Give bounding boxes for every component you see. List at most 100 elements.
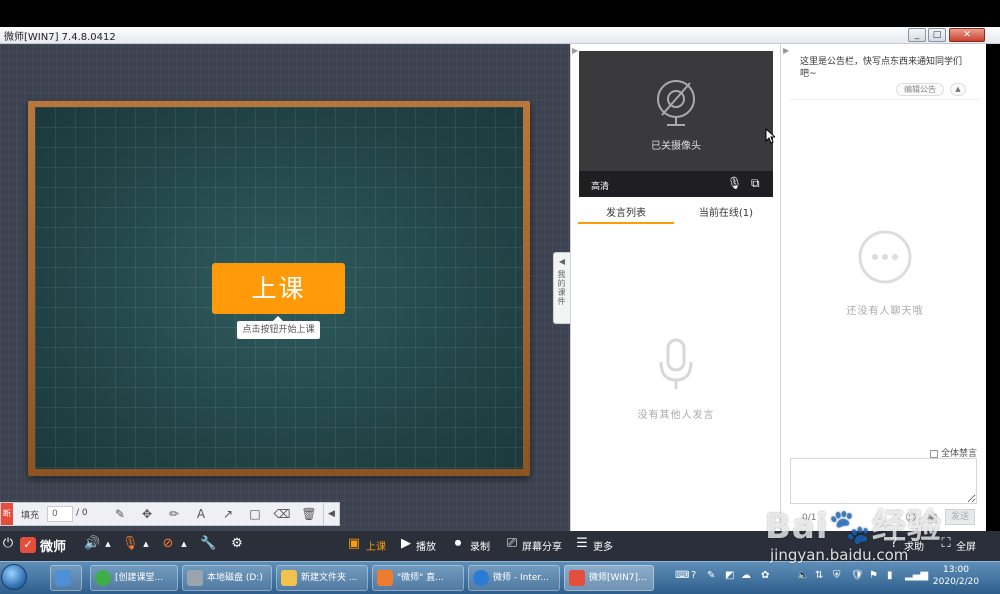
pen-icon[interactable]: ✎ [111, 506, 129, 522]
network-tray-icon[interactable]: ⇅ [815, 570, 823, 581]
more-button[interactable]: 更多 [593, 538, 613, 553]
start-orb-icon[interactable] [1, 564, 27, 590]
keyboard-icon[interactable]: ⌨ [675, 570, 689, 581]
eraser-icon[interactable]: ⌫ [273, 506, 291, 522]
task-local-disk[interactable]: 本地磁盘 (D:) [182, 565, 272, 591]
tab-online-now[interactable]: 当前在线(1) [678, 204, 774, 219]
camera-off-icon [657, 80, 695, 126]
app-brand: 微师 [40, 540, 67, 555]
tray-cloud-icon[interactable]: ☁ [741, 570, 751, 581]
fullscreen-button[interactable]: 全屏 [956, 538, 976, 553]
mouse-cursor-icon [765, 128, 775, 144]
chat-input[interactable] [790, 458, 977, 504]
microphone-icon [659, 338, 693, 389]
class-button[interactable]: 上课 [366, 538, 386, 553]
play-icon[interactable]: ▶ [398, 536, 414, 552]
task-weishi-app[interactable]: 微师[WIN7]... [564, 565, 654, 591]
help-button[interactable]: 求助 [904, 538, 924, 553]
text-icon[interactable]: A [192, 506, 210, 522]
chat-bubble-icon [858, 230, 912, 284]
toolbar-collapse-button[interactable]: ◀ [323, 503, 339, 525]
trash-icon[interactable]: 🗑 [300, 506, 318, 522]
play-button[interactable]: 播放 [416, 538, 436, 553]
disconnect-tag[interactable]: 断 [1, 503, 13, 525]
clock-date: 2020/2/20 [932, 577, 980, 587]
speaker-empty-state: 没有其他人发言 [578, 338, 774, 421]
camera-menu-icon[interactable]: ▲ [176, 536, 192, 552]
camera-status: 已关摄像头 [651, 141, 701, 152]
start-class-button[interactable]: 上课 [212, 263, 345, 314]
screen-share-button[interactable]: 屏幕分享 [522, 538, 562, 553]
fullscreen-icon[interactable]: ⛶ [938, 536, 954, 552]
flag-tray-icon[interactable]: ⚑ [869, 570, 878, 581]
fill-label: 填充 [21, 511, 40, 521]
maximize-button[interactable]: □ [928, 28, 946, 42]
power-icon[interactable]: ⏻ [0, 536, 16, 552]
ime-icon[interactable]: ✎ [707, 570, 715, 581]
task-weishi-ppt[interactable]: "微师" 直... [372, 565, 464, 591]
task-new-folder[interactable]: 新建文件夹 ... [276, 565, 368, 591]
app-logo-icon: ✓ [20, 537, 36, 553]
minimize-button[interactable]: _ [908, 28, 926, 42]
window-titlebar: 微师[WIN7] 7.4.8.0412 _ □ ✕ [0, 27, 1000, 44]
pencil-icon[interactable]: ✏ [165, 506, 183, 522]
my-courseware-tab[interactable]: ◀ 我的课件 [553, 252, 570, 324]
windows-taskbar: [创建课堂... 本地磁盘 (D:) 新建文件夹 ... "微师" 直... 微… [0, 561, 1000, 594]
start-class-tooltip: 点击按钮开始上课 [237, 316, 320, 339]
chat-char-counter: 0/1 [802, 513, 817, 523]
tab-speaker-list[interactable]: 发言列表 [578, 204, 674, 224]
speaker-menu-icon[interactable]: ▲ [100, 536, 116, 552]
speaker-empty-text: 没有其他人发言 [637, 410, 715, 421]
speaker-icon[interactable]: 🔊 [84, 536, 100, 552]
speaker-tabs: 发言列表 当前在线(1) [578, 200, 774, 224]
volume-tray-icon[interactable]: 🔈 [797, 570, 809, 581]
security-tray-icon[interactable]: ⛨ [833, 570, 841, 581]
settings-icon[interactable]: ⚙ [229, 536, 245, 552]
tray-app-icon-2[interactable]: ✿ [761, 570, 769, 581]
panel-expand-icon[interactable]: ▶ [572, 46, 578, 55]
arrow-icon[interactable]: ↗ [219, 506, 237, 522]
pinned-app-icon[interactable] [50, 565, 82, 591]
screen-share-icon[interactable]: ⎚ [504, 536, 520, 552]
tray-app-icon[interactable]: ◩ [725, 570, 734, 581]
help-icon[interactable]: ? [886, 536, 902, 552]
shield-tray-icon[interactable]: 🛡 [851, 570, 864, 581]
record-icon[interactable]: ⏺ [450, 536, 466, 552]
camera-bar: 高清 🎙 ⧉ [579, 171, 773, 197]
edit-notice-button[interactable]: 编辑公告 [896, 83, 944, 96]
notice-divider [790, 99, 980, 100]
help-tray-icon[interactable]: ? [691, 570, 696, 581]
mic-off-bar-icon[interactable]: 🎙 [122, 536, 139, 552]
class-icon[interactable]: ▣ [346, 536, 362, 552]
tools-icon[interactable]: 🔧 [200, 536, 216, 552]
send-button[interactable]: 发送 [945, 509, 975, 525]
task-create-class[interactable]: [创建课堂... [90, 565, 178, 591]
more-icon[interactable]: ☰ [574, 536, 590, 552]
mic-menu-icon[interactable]: ▲ [138, 536, 154, 552]
clock-time: 13:00 [943, 565, 969, 575]
record-button[interactable]: 录制 [470, 538, 490, 553]
page-total: / 0 [76, 508, 88, 518]
close-button[interactable]: ✕ [949, 28, 985, 42]
chat-expand-icon[interactable]: ▶ [783, 46, 789, 55]
notice-text: 这里是公告栏，快写点东西来通知同学们吧~ [800, 57, 963, 79]
battery-tray-icon[interactable]: ▮ [887, 570, 893, 581]
chevron-left-icon: ◀ [558, 257, 566, 266]
emoji-icon[interactable]: ☺ [905, 511, 916, 524]
window-title: 微师[WIN7] 7.4.8.0412 [4, 32, 116, 43]
video-quality-button[interactable]: 高清 [591, 179, 609, 192]
page-input[interactable]: 0 [47, 506, 73, 522]
move-icon[interactable]: ✥ [138, 506, 156, 522]
mic-off-icon[interactable]: 🎙 [727, 176, 742, 190]
popout-icon[interactable]: ⧉ [751, 176, 760, 191]
task-weishi-ie[interactable]: 微师 - Inter... [468, 565, 560, 591]
taskbar-clock[interactable]: 13:00 2020/2/20 [922, 561, 990, 594]
chat-empty-state: 还没有人聊天哦 [800, 230, 970, 317]
chat-empty-text: 还没有人聊天哦 [846, 306, 924, 317]
rectangle-icon[interactable]: □ [246, 506, 264, 522]
camera-off-bar-icon[interactable]: ⊘ [160, 536, 176, 552]
drawing-toolbar: 断 填充 0 / 0 ✎ ✥ ✏ A ↗ □ ⌫ 🗑 ◀ [0, 502, 340, 526]
courseware-tab-label: 我的课件 [557, 270, 566, 306]
notice-collapse-button[interactable]: ▲ [950, 83, 966, 96]
image-icon[interactable]: ▣ [927, 511, 937, 524]
